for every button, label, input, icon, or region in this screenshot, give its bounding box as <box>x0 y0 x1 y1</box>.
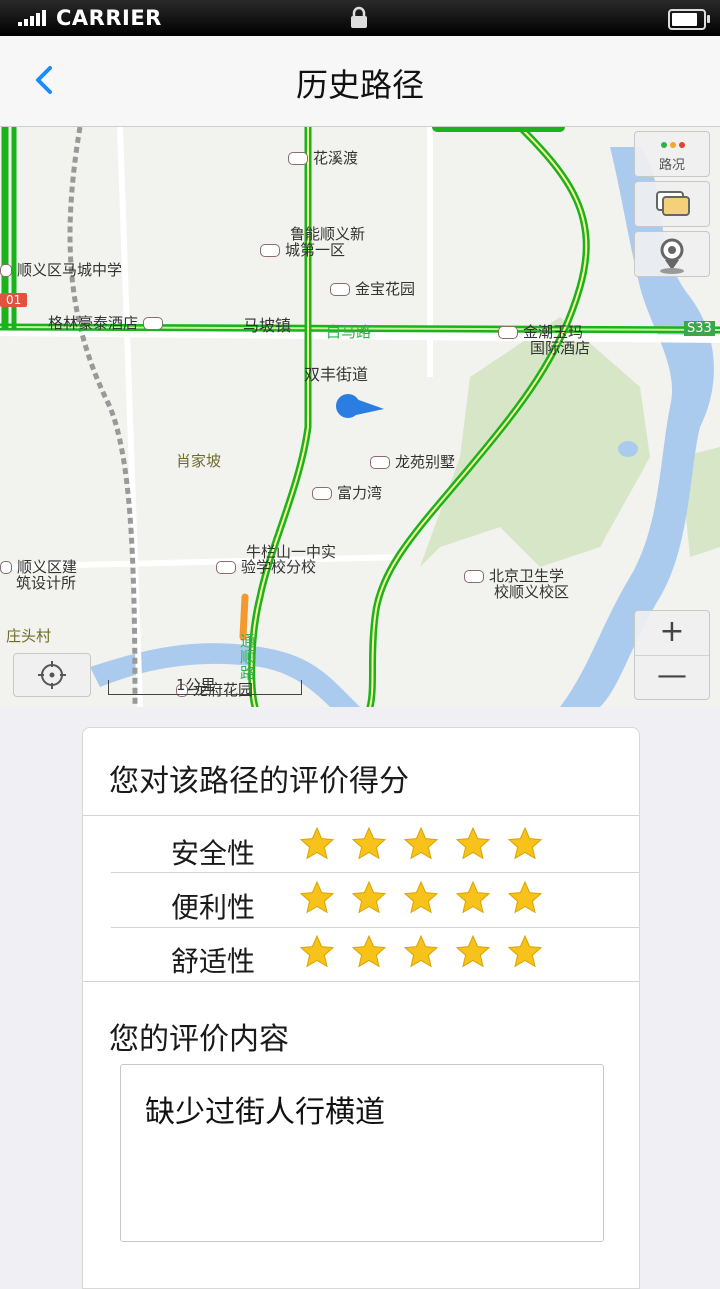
map-label: 双丰街道 <box>304 365 369 384</box>
divider <box>111 927 639 928</box>
crosshair-icon <box>38 661 66 689</box>
poi-icon <box>498 326 518 339</box>
route-map[interactable]: 花溪渡 鲁能顺义新 城第一区 金宝花园 顺义区马城中学 格林豪泰酒店 马坡镇 白… <box>0 127 720 707</box>
map-label: 花溪渡 <box>288 147 358 168</box>
star-icon[interactable] <box>299 880 335 916</box>
rating-label: 便利性 <box>171 891 256 924</box>
poi-toggle-button[interactable] <box>634 231 710 277</box>
star-icon[interactable] <box>299 934 335 970</box>
road-label: 白马路 <box>326 323 372 341</box>
carrier-name: CARRIER <box>56 6 162 30</box>
map-label: 验学校分校 <box>216 556 316 577</box>
comment-textarea[interactable]: 缺少过街人行横道 <box>120 1064 604 1242</box>
star-icon[interactable] <box>351 934 387 970</box>
status-bar: CARRIER <box>0 0 720 36</box>
navigation-bar: 历史路径 <box>0 36 720 127</box>
star-icon[interactable] <box>507 880 543 916</box>
divider <box>83 815 639 816</box>
layers-icon <box>656 191 690 216</box>
star-icon[interactable] <box>455 934 491 970</box>
highway-shield: S33 <box>684 321 715 336</box>
star-icon[interactable] <box>351 826 387 862</box>
rating-row-comfort: 舒适性 <box>83 930 639 984</box>
rating-section-title: 您对该路径的评价得分 <box>109 764 409 799</box>
divider <box>83 981 639 982</box>
map-label: 城第一区 <box>260 239 345 260</box>
lock-icon <box>351 6 367 28</box>
review-card: 您对该路径的评价得分 安全性 便利性 舒适性 您的评价内容 缺少过街人行横道 <box>82 727 640 1289</box>
rating-row-safety: 安全性 <box>83 822 639 876</box>
map-label: 格林豪泰酒店 <box>48 312 168 333</box>
divider <box>111 872 639 873</box>
poi-icon <box>142 317 163 330</box>
poi-icon <box>370 456 390 469</box>
map-label: 筑设计所 <box>16 574 77 592</box>
pond <box>618 441 638 457</box>
star-icon[interactable] <box>455 826 491 862</box>
map-pin-icon <box>660 238 684 274</box>
map-layers-button[interactable] <box>634 181 710 227</box>
star-icon[interactable] <box>403 934 439 970</box>
map-label: 庄头村 <box>6 627 52 645</box>
road-label: 通顺路 <box>240 632 256 682</box>
star-icon[interactable] <box>507 826 543 862</box>
star-icon[interactable] <box>403 880 439 916</box>
map-label: 顺义区马城中学 <box>0 259 122 280</box>
rating-label: 舒适性 <box>171 945 256 978</box>
star-icon[interactable] <box>455 880 491 916</box>
comment-section-title: 您的评价内容 <box>109 1022 289 1057</box>
poi-icon <box>216 561 236 574</box>
map-label: 肖家坡 <box>176 452 222 470</box>
traffic-toggle-button[interactable]: 路况 <box>634 131 710 177</box>
poi-icon <box>260 244 280 257</box>
poi-icon <box>0 561 12 574</box>
map-label: 校顺义校区 <box>494 583 570 601</box>
current-location-marker <box>336 394 384 418</box>
star-icon[interactable] <box>507 934 543 970</box>
poi-icon <box>312 487 332 500</box>
map-label: 富力湾 <box>312 482 382 503</box>
zoom-control: + — <box>634 610 710 700</box>
star-rating[interactable] <box>299 934 543 970</box>
signal-strength-icon <box>18 10 46 26</box>
star-icon[interactable] <box>403 826 439 862</box>
map-label: 金宝花园 <box>330 278 415 299</box>
poi-icon <box>464 570 484 583</box>
poi-icon <box>330 283 350 296</box>
locate-me-button[interactable] <box>13 653 91 697</box>
map-base <box>0 127 720 707</box>
poi-icon <box>0 264 12 277</box>
battery-icon <box>668 9 710 30</box>
star-icon[interactable] <box>351 880 387 916</box>
map-scale-label: 1公里 <box>176 676 216 694</box>
map-label: 国际酒店 <box>530 339 591 357</box>
page-title: 历史路径 <box>295 66 424 104</box>
map-label: 马坡镇 <box>243 316 292 335</box>
highway-shield: 01 <box>0 293 28 307</box>
zoom-in-button[interactable]: + <box>635 611 709 656</box>
star-rating[interactable] <box>299 880 543 916</box>
traffic-label: 路况 <box>658 158 685 173</box>
traffic-light-icon <box>661 142 685 148</box>
rating-row-convenience: 便利性 <box>83 876 639 930</box>
map-label: 龙苑别墅 <box>370 451 455 472</box>
zoom-out-button[interactable]: — <box>635 655 709 699</box>
star-rating[interactable] <box>299 826 543 862</box>
rating-label: 安全性 <box>171 837 256 870</box>
star-icon[interactable] <box>299 826 335 862</box>
poi-icon <box>288 152 308 165</box>
